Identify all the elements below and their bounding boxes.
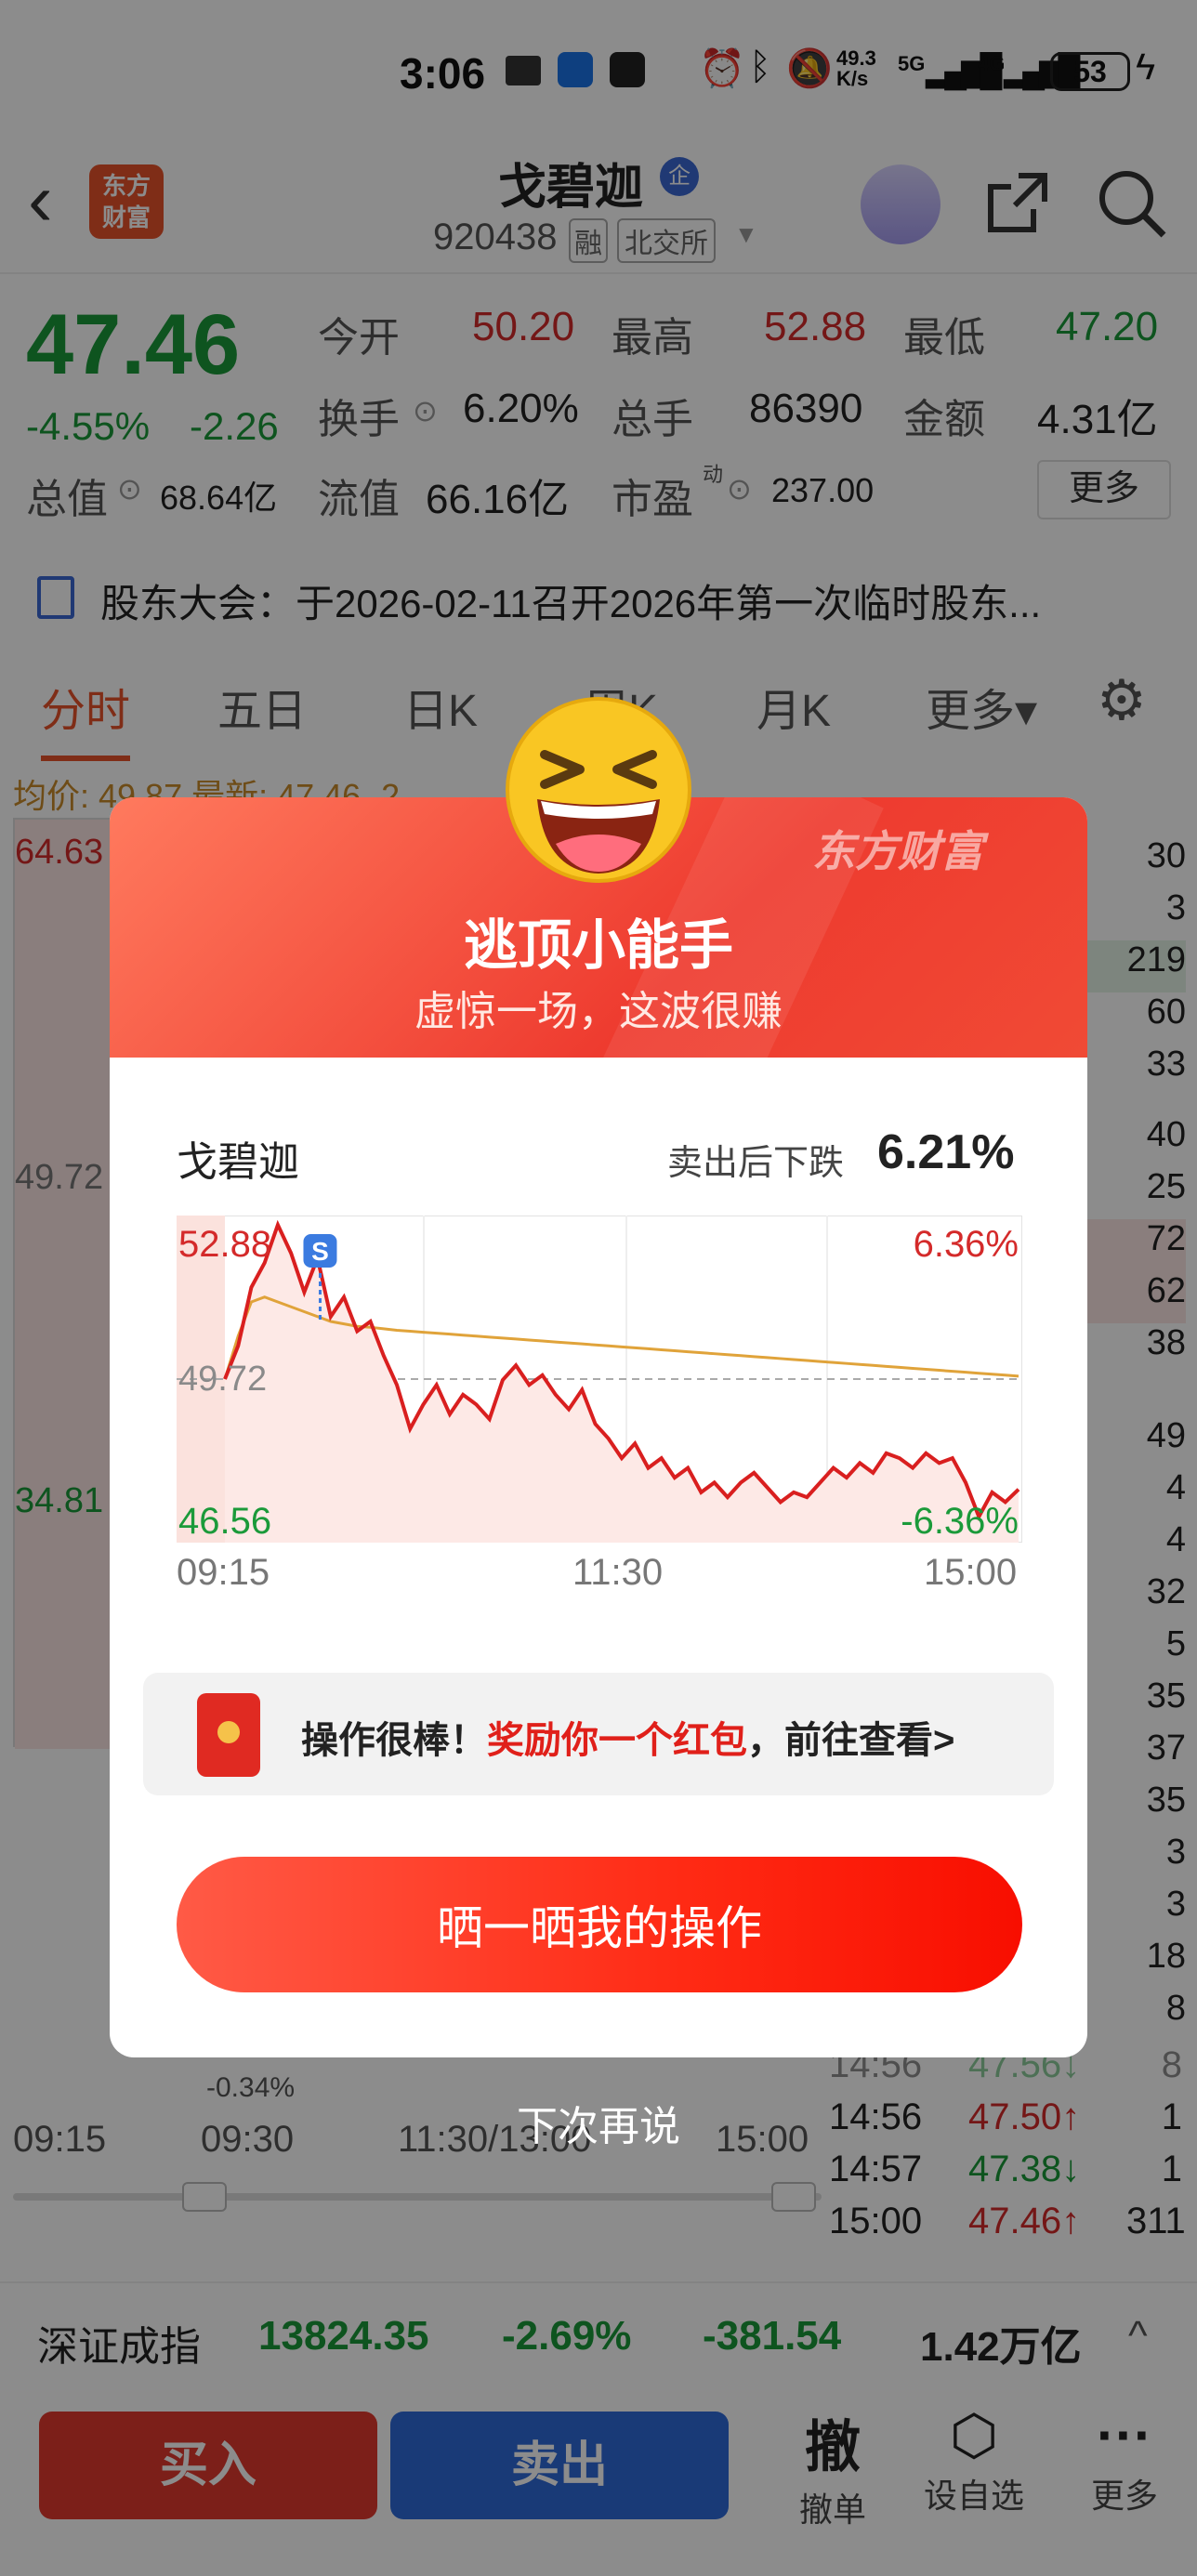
- modal-stock-name: 戈碧迦: [177, 1139, 299, 1185]
- modal-title: 逃顶小能手: [463, 915, 733, 976]
- sell-marker-label: S: [311, 1237, 329, 1266]
- brand-watermark: 东方财富: [812, 827, 983, 875]
- reward-text: 操作很棒！奖励你一个红包，前往查看>: [301, 1710, 954, 1764]
- mini-intraday-chart: S 52.88 49.72 46.56 6.36% -6.36%: [177, 1216, 1022, 1543]
- chart-high-label: 52.88: [178, 1224, 271, 1265]
- chart-time-end: 15:00: [924, 1552, 1018, 1593]
- laughing-face-icon: [506, 697, 691, 883]
- drop-value: 6.21%: [877, 1125, 1015, 1179]
- dismiss-link[interactable]: 下次再说: [0, 2093, 1197, 2152]
- chart-time-start: 09:15: [177, 1552, 270, 1593]
- red-envelope-icon: [197, 1693, 260, 1777]
- modal-subtitle: 虚惊一场，这波很赚: [414, 989, 783, 1034]
- chart-low-label: 46.56: [178, 1501, 271, 1542]
- reward-suffix: ，前往查看>: [747, 1720, 955, 1761]
- chart-ref-label: 49.72: [178, 1360, 267, 1399]
- reward-banner[interactable]: 操作很棒！奖励你一个红包，前往查看>: [143, 1673, 1054, 1795]
- app-root: { "status": {"time": "3:06", "net_speed"…: [0, 0, 1197, 2576]
- achievement-modal: 东方财富 逃顶小能手 虚惊一场，这波很赚 戈碧迦 卖出后下跌 6.21% S 5…: [110, 797, 1087, 2057]
- drop-label: 卖出后下跌: [667, 1144, 845, 1183]
- reward-prefix: 操作很棒！: [301, 1720, 487, 1761]
- reward-highlight: 奖励你一个红包: [487, 1720, 747, 1761]
- chart-high-pct-label: 6.36%: [914, 1224, 1019, 1265]
- chart-time-mid: 11:30: [572, 1552, 664, 1593]
- share-operation-button[interactable]: 晒一晒我的操作: [177, 1857, 1022, 1992]
- chart-low-pct-label: -6.36%: [901, 1501, 1019, 1542]
